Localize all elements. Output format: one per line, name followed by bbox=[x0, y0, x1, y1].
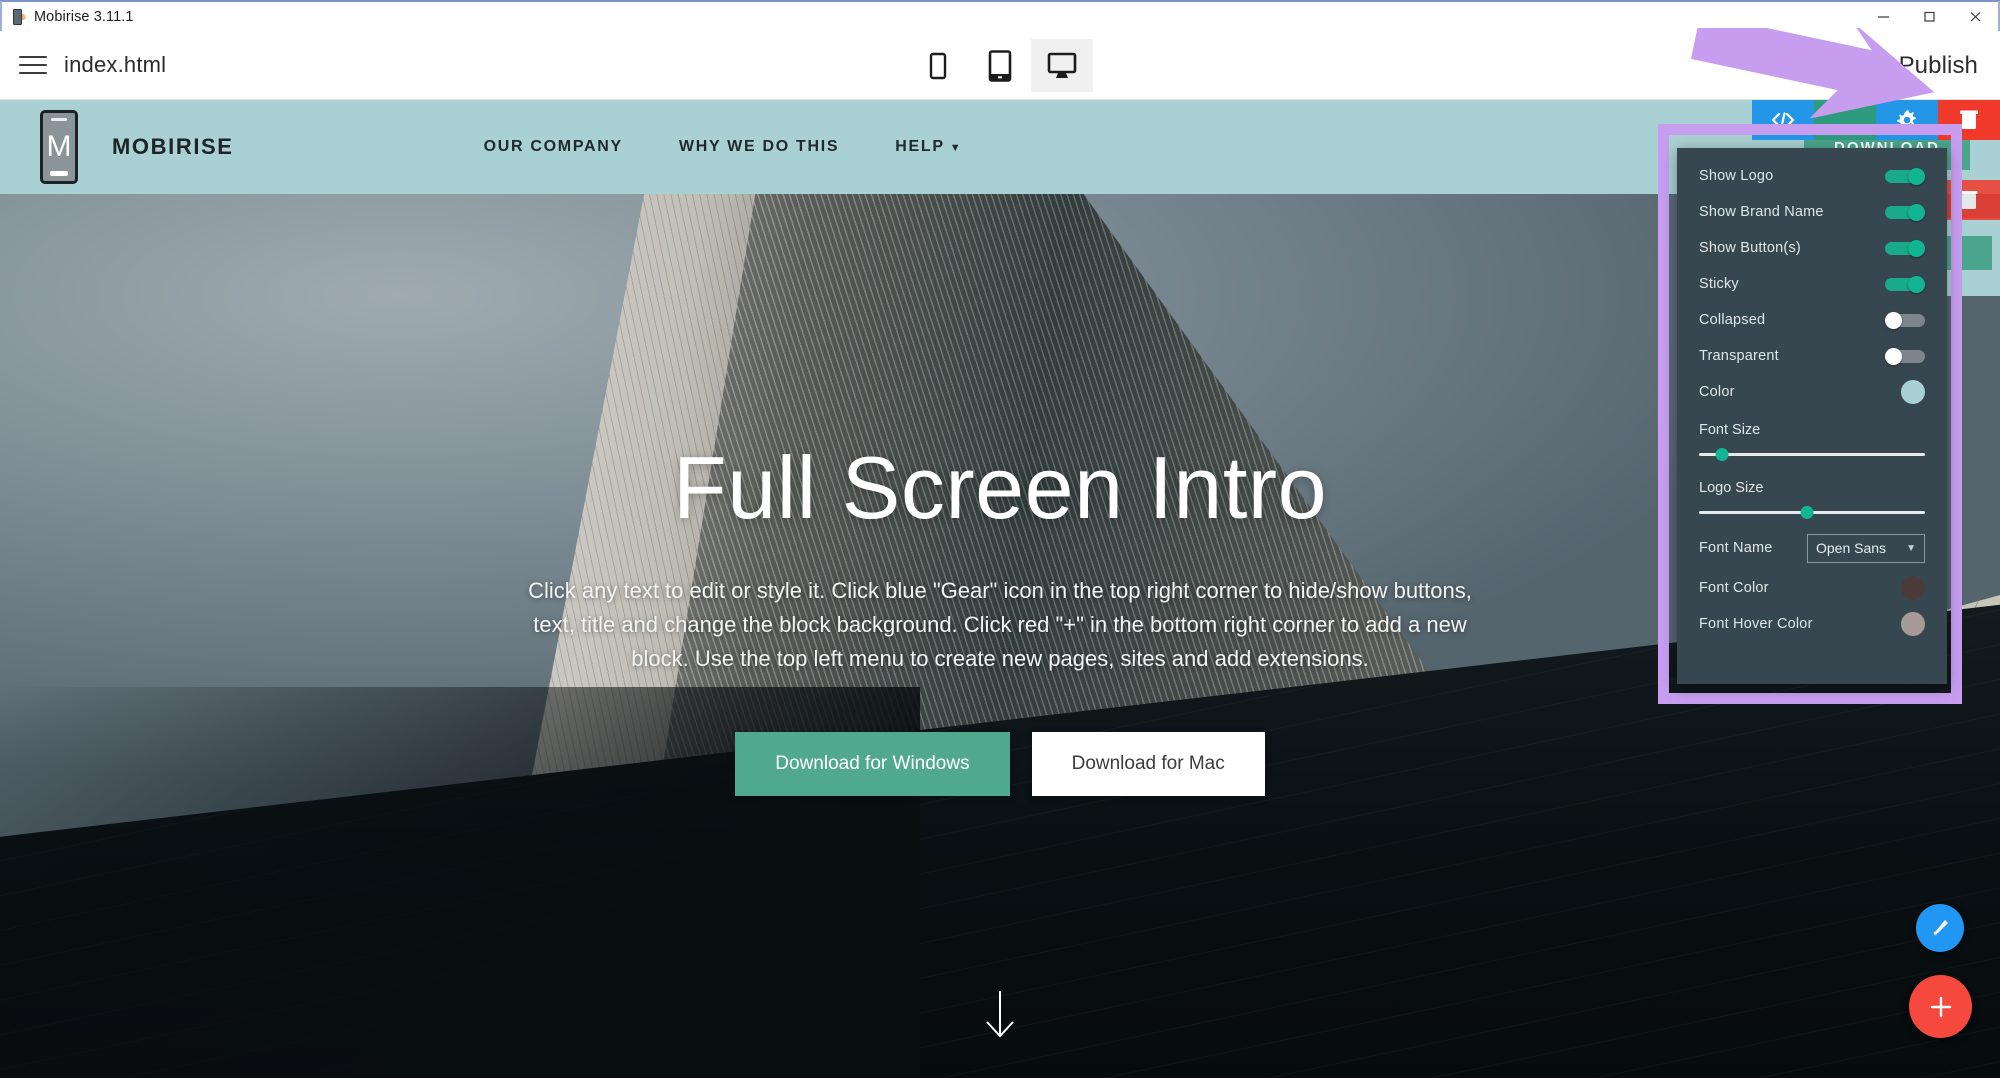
download-for-windows-button[interactable]: Download for Windows bbox=[735, 732, 1010, 797]
mobirise-phone-sun-icon: M bbox=[32, 110, 102, 184]
setting-label: Show Button(s) bbox=[1699, 240, 1801, 256]
hero-paragraph[interactable]: Click any text to edit or style it. Clic… bbox=[520, 574, 1480, 676]
device-mobile-button[interactable] bbox=[907, 39, 969, 92]
setting-label: Font Hover Color bbox=[1699, 616, 1813, 632]
hamburger-menu-icon[interactable] bbox=[16, 48, 50, 82]
slider-font-size[interactable] bbox=[1699, 442, 1925, 468]
slider-logo-size[interactable] bbox=[1699, 500, 1925, 526]
setting-label: Sticky bbox=[1699, 276, 1739, 292]
setting-row-transparent: Transparent bbox=[1699, 338, 1925, 374]
setting-label: Font Name bbox=[1699, 540, 1773, 556]
hero-title[interactable]: Full Screen Intro bbox=[673, 444, 1327, 532]
setting-label-font-size: Font Size bbox=[1699, 422, 1761, 438]
mobile-icon bbox=[929, 52, 947, 79]
style-editor-fab[interactable] bbox=[1916, 904, 1964, 952]
publish-button[interactable]: Publish bbox=[1857, 31, 1978, 100]
color-swatch-font[interactable] bbox=[1901, 576, 1925, 600]
desktop-icon bbox=[1047, 52, 1077, 78]
close-icon[interactable] bbox=[1952, 1, 1998, 32]
setting-label: Show Brand Name bbox=[1699, 204, 1824, 220]
add-block-fab[interactable] bbox=[1909, 975, 1972, 1038]
toggle-collapsed[interactable] bbox=[1885, 311, 1925, 329]
toggle-show-logo[interactable] bbox=[1885, 167, 1925, 185]
mobirise-logo-icon bbox=[11, 8, 28, 25]
maximize-icon[interactable] bbox=[1906, 1, 1952, 32]
setting-row-font-color: Font Color bbox=[1699, 570, 1925, 606]
color-swatch-navbar[interactable] bbox=[1901, 380, 1925, 404]
device-desktop-button[interactable] bbox=[1031, 39, 1093, 92]
nav-link-label: OUR COMPANY bbox=[483, 138, 623, 155]
setting-row-font-hover-color: Font Hover Color bbox=[1699, 606, 1925, 642]
setting-row-collapsed: Collapsed bbox=[1699, 302, 1925, 338]
chevron-down-icon: ▼ bbox=[1906, 542, 1916, 554]
color-swatch-font-hover[interactable] bbox=[1901, 612, 1925, 636]
setting-label: Font Color bbox=[1699, 580, 1769, 596]
download-for-mac-button[interactable]: Download for Mac bbox=[1031, 732, 1265, 797]
nav-link-our-company[interactable]: OUR COMPANY bbox=[484, 138, 623, 156]
setting-row-show-logo: Show Logo bbox=[1699, 158, 1925, 194]
trash-icon bbox=[1960, 191, 1978, 209]
mobirise-app-window: Mobirise 3.11.1 index.html Publish M MOB… bbox=[0, 0, 2000, 1078]
navbar-brand-name: MOBIRISE bbox=[112, 134, 234, 159]
setting-label: Transparent bbox=[1699, 348, 1779, 364]
nav-link-label: WHY WE DO THIS bbox=[678, 138, 840, 155]
document-name[interactable]: index.html bbox=[64, 52, 166, 78]
navbar-brand[interactable]: M MOBIRISE bbox=[32, 110, 234, 184]
editor-toolbar: index.html Publish bbox=[0, 31, 2000, 100]
setting-label-logo-size: Logo Size bbox=[1699, 480, 1764, 496]
navbar-links: OUR COMPANY WHY WE DO THIS HELP ▼ bbox=[484, 138, 963, 156]
nav-link-why-we-do-this[interactable]: WHY WE DO THIS bbox=[679, 138, 839, 156]
setting-row-color: Color bbox=[1699, 374, 1925, 410]
nav-link-label: HELP bbox=[895, 138, 945, 155]
device-tablet-button[interactable] bbox=[969, 39, 1031, 92]
publish-label: Publish bbox=[1898, 51, 1978, 79]
setting-row-show-brand-name: Show Brand Name bbox=[1699, 194, 1925, 230]
font-name-value: Open Sans bbox=[1816, 540, 1887, 556]
setting-label: Collapsed bbox=[1699, 312, 1766, 328]
setting-row-show-buttons: Show Button(s) bbox=[1699, 230, 1925, 266]
toggle-show-buttons[interactable] bbox=[1885, 239, 1925, 257]
tablet-icon bbox=[988, 49, 1012, 82]
paint-brush-icon bbox=[1933, 920, 1948, 935]
window-title: Mobirise 3.11.1 bbox=[34, 8, 134, 25]
minimize-icon[interactable] bbox=[1860, 1, 1906, 32]
window-controls bbox=[1860, 1, 1998, 32]
plus-icon bbox=[1930, 996, 1951, 1017]
nav-link-help[interactable]: HELP ▼ bbox=[895, 138, 962, 156]
device-preview-switcher bbox=[907, 31, 1093, 100]
arrow-down-icon[interactable] bbox=[982, 989, 1018, 1046]
navbar-settings-panel: Show Logo Show Brand Name Show Button(s)… bbox=[1677, 148, 1947, 684]
cloud-upload-icon bbox=[1859, 57, 1883, 74]
font-name-select[interactable]: Open Sans ▼ bbox=[1807, 533, 1925, 563]
setting-row-sticky: Sticky bbox=[1699, 266, 1925, 302]
chevron-down-icon: ▼ bbox=[949, 142, 963, 154]
setting-label: Show Logo bbox=[1699, 168, 1774, 184]
setting-row-font-name: Font Name Open Sans ▼ bbox=[1699, 526, 1925, 570]
setting-label: Color bbox=[1699, 384, 1735, 400]
hero-buttons: Download for Windows Download for Mac bbox=[735, 732, 1265, 797]
toggle-show-brand-name[interactable] bbox=[1885, 203, 1925, 221]
toggle-transparent[interactable] bbox=[1885, 347, 1925, 365]
window-title-bar: Mobirise 3.11.1 bbox=[0, 0, 2000, 31]
toggle-sticky[interactable] bbox=[1885, 275, 1925, 293]
